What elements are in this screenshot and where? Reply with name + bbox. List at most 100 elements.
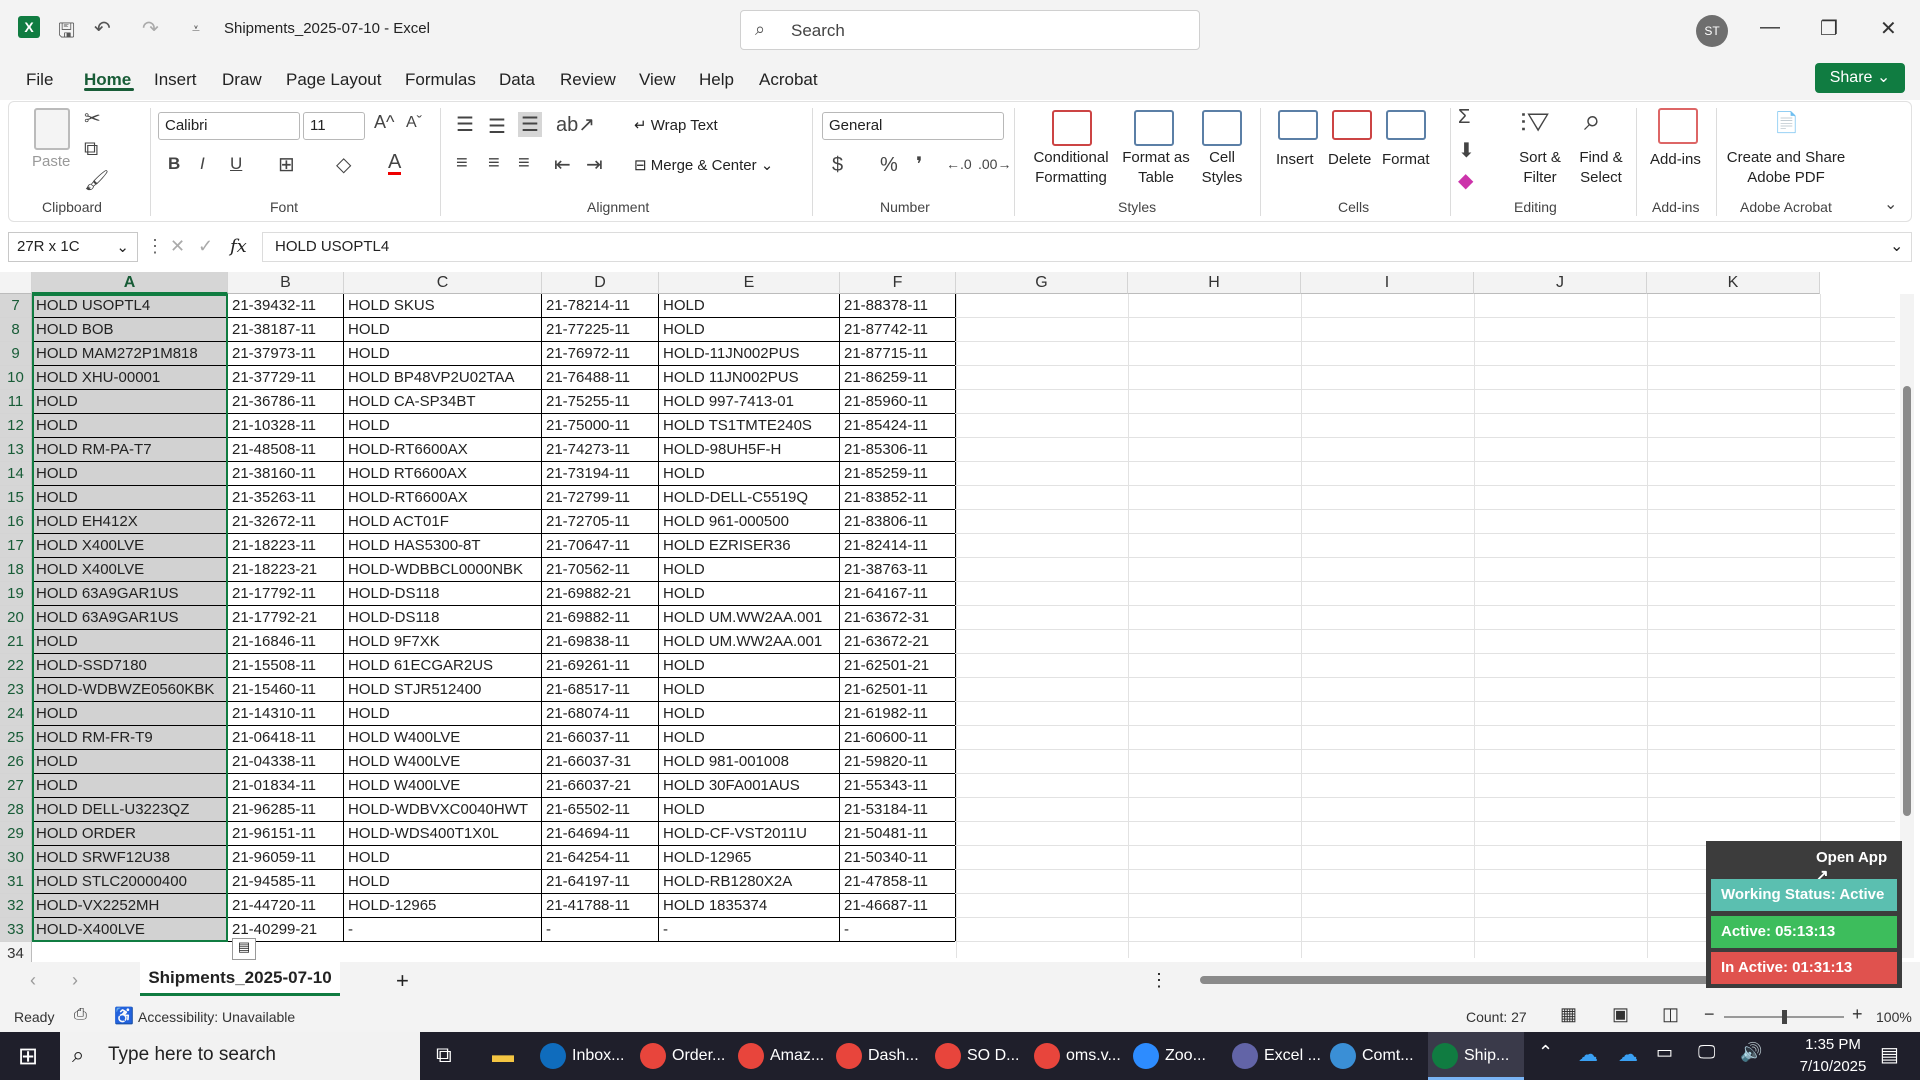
align-middle-icon[interactable]: ☰ <box>488 114 506 139</box>
formula-input[interactable]: HOLD USOPTL4 <box>262 232 1912 262</box>
cell-c[interactable]: HOLD-WDBVXC0040HWT <box>344 798 542 822</box>
sheet-tab-active[interactable]: Shipments_2025-07-10 <box>140 962 340 996</box>
cell-f[interactable]: 21-63672-21 <box>840 630 956 654</box>
cell-f[interactable]: 21-62501-11 <box>840 678 956 702</box>
row-header[interactable]: 7 <box>0 294 32 318</box>
cell-e[interactable]: HOLD <box>659 558 840 582</box>
cell-a[interactable]: HOLD <box>32 750 228 774</box>
copy-icon[interactable]: ⧉ <box>84 138 98 161</box>
cell-e[interactable]: HOLD UM.WW2AA.001 <box>659 630 840 654</box>
format-as-table-button[interactable]: Format as Table <box>1120 148 1192 187</box>
cell-d[interactable]: 21-69882-11 <box>542 606 659 630</box>
cell-b[interactable]: 21-18223-21 <box>228 558 344 582</box>
macro-icon[interactable]: ⎙ <box>74 1006 87 1024</box>
font-name-select[interactable]: Calibri <box>158 112 300 140</box>
currency-icon[interactable]: $ <box>832 154 843 177</box>
borders-icon[interactable]: ⊞ <box>278 152 295 177</box>
cell-f[interactable]: 21-62501-21 <box>840 654 956 678</box>
sort-filter-button[interactable]: Sort & Filter <box>1510 148 1570 187</box>
cell-e[interactable]: HOLD <box>659 318 840 342</box>
tab-draw[interactable]: Draw <box>222 70 262 90</box>
format-painter-icon[interactable]: 🖌 <box>84 168 109 193</box>
cell-f[interactable]: 21-59820-11 <box>840 750 956 774</box>
enter-icon[interactable]: ✓ <box>198 236 213 257</box>
cell-e[interactable]: HOLD 11JN002PUS <box>659 366 840 390</box>
cell-a[interactable]: HOLD BOB <box>32 318 228 342</box>
cell-d[interactable]: 21-68074-11 <box>542 702 659 726</box>
taskbar-app[interactable]: Ship... <box>1428 1032 1524 1080</box>
row-header[interactable]: 29 <box>0 822 32 846</box>
cell-c[interactable]: HOLD-DS118 <box>344 582 542 606</box>
cell-styles-button[interactable]: Cell Styles <box>1190 148 1254 187</box>
row-header[interactable]: 32 <box>0 894 32 918</box>
cell-c[interactable]: HOLD W400LVE <box>344 774 542 798</box>
undo-icon[interactable]: ↶ <box>94 16 111 41</box>
tab-formulas[interactable]: Formulas <box>405 70 476 90</box>
bold-icon[interactable]: B <box>168 154 180 174</box>
cell-d[interactable]: 21-64254-11 <box>542 846 659 870</box>
cell-e[interactable]: HOLD 981-001008 <box>659 750 840 774</box>
cell-d[interactable]: 21-77225-11 <box>542 318 659 342</box>
cell-e[interactable]: HOLD 30FA001AUS <box>659 774 840 798</box>
cell-e[interactable]: HOLD <box>659 654 840 678</box>
cell-d[interactable]: 21-64197-11 <box>542 870 659 894</box>
cell-e[interactable]: HOLD TS1TMTE240S <box>659 414 840 438</box>
cell-c[interactable]: HOLD <box>344 846 542 870</box>
cell-c[interactable]: HOLD <box>344 870 542 894</box>
save-icon[interactable]: 🖫 <box>58 16 75 50</box>
cell-d[interactable]: 21-70562-11 <box>542 558 659 582</box>
cell-d[interactable]: - <box>542 918 659 942</box>
file-explorer-icon[interactable]: ▬ <box>492 1042 514 1068</box>
cell-e[interactable]: HOLD <box>659 798 840 822</box>
cell-d[interactable]: 21-78214-11 <box>542 294 659 318</box>
decrease-font-icon[interactable]: Aˇ <box>406 114 422 132</box>
cell-a[interactable]: HOLD <box>32 630 228 654</box>
more-options-icon[interactable]: ⋮ <box>146 236 164 257</box>
cell-f[interactable]: 21-47858-11 <box>840 870 956 894</box>
row-header[interactable]: 19 <box>0 582 32 606</box>
column-header-b[interactable]: B <box>228 272 344 294</box>
align-center-icon[interactable]: ≡ <box>488 152 500 175</box>
sheet-options-icon[interactable]: ⋮ <box>1150 970 1168 991</box>
cell-a[interactable]: HOLD X400LVE <box>32 534 228 558</box>
cell-b[interactable]: 21-38187-11 <box>228 318 344 342</box>
cell-d[interactable]: 21-72799-11 <box>542 486 659 510</box>
find-select-button[interactable]: Find & Select <box>1570 148 1632 187</box>
cell-a[interactable]: HOLD DELL-U3223QZ <box>32 798 228 822</box>
increase-decimal-icon[interactable]: ←.0 <box>946 156 972 172</box>
column-header-g[interactable]: G <box>956 272 1128 294</box>
cell-c[interactable]: HOLD SKUS <box>344 294 542 318</box>
tab-home[interactable]: Home <box>84 70 131 90</box>
vertical-scrollbar[interactable] <box>1900 294 1914 958</box>
cell-a[interactable]: HOLD <box>32 702 228 726</box>
row-header[interactable]: 10 <box>0 366 32 390</box>
cell-c[interactable]: HOLD <box>344 702 542 726</box>
row-header[interactable]: 11 <box>0 390 32 414</box>
cell-e[interactable]: HOLD-11JN002PUS <box>659 342 840 366</box>
cancel-icon[interactable]: ✕ <box>170 236 185 257</box>
cell-a[interactable]: HOLD-SSD7180 <box>32 654 228 678</box>
cell-a[interactable]: HOLD-WDBWZE0560KBK <box>32 678 228 702</box>
row-header[interactable]: 31 <box>0 870 32 894</box>
cell-f[interactable]: 21-85960-11 <box>840 390 956 414</box>
cell-a[interactable]: HOLD USOPTL4 <box>32 294 228 318</box>
cell-e[interactable]: HOLD-DELL-C5519Q <box>659 486 840 510</box>
row-header[interactable]: 28 <box>0 798 32 822</box>
cell-d[interactable]: 21-41788-11 <box>542 894 659 918</box>
cell-b[interactable]: 21-15460-11 <box>228 678 344 702</box>
taskbar-app[interactable]: Inbox... <box>540 1032 624 1080</box>
cell-c[interactable]: HOLD RT6600AX <box>344 462 542 486</box>
zoom-in-icon[interactable]: + <box>1852 1004 1863 1025</box>
number-format-select[interactable]: General <box>822 112 1004 140</box>
taskbar-app[interactable]: Comt... <box>1330 1032 1414 1080</box>
row-header[interactable]: 27 <box>0 774 32 798</box>
insert-function-button[interactable]: fx <box>230 236 247 257</box>
onedrive-business-icon[interactable]: ☁ <box>1618 1042 1638 1067</box>
cell-a[interactable]: HOLD-VX2252MH <box>32 894 228 918</box>
prev-sheet-icon[interactable]: ‹ <box>30 970 36 991</box>
cell-b[interactable]: 21-96285-11 <box>228 798 344 822</box>
start-icon[interactable]: ⊞ <box>18 1042 38 1071</box>
cell-f[interactable]: 21-87742-11 <box>840 318 956 342</box>
next-sheet-icon[interactable]: › <box>72 970 78 991</box>
cell-b[interactable]: 21-16846-11 <box>228 630 344 654</box>
